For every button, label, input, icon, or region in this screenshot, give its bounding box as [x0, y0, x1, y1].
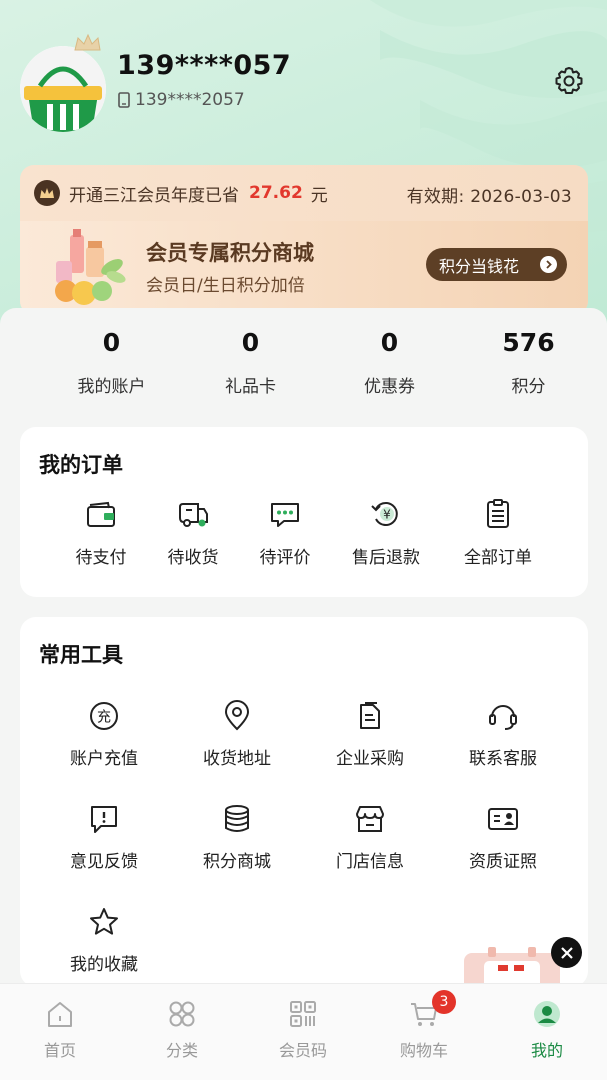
- order-label: 全部订单: [464, 548, 532, 568]
- phone-row: 139****2057: [117, 90, 245, 110]
- category-icon: [169, 1001, 195, 1027]
- tool-label: 联系客服: [469, 749, 537, 769]
- username: 139****057: [117, 50, 292, 81]
- tab-cart[interactable]: 3 购物车: [379, 990, 469, 1061]
- tool-store-info[interactable]: 门店信息: [315, 802, 425, 872]
- stat-value: 0: [380, 328, 399, 357]
- membership-card[interactable]: 开通三江会员年度已省 27.62 元 有效期: 2026-03-03 会员专属积…: [20, 165, 588, 315]
- stat-account[interactable]: 0 我的账户: [42, 328, 181, 418]
- stat-label: 我的账户: [77, 377, 146, 397]
- stat-value: 0: [102, 328, 121, 357]
- coins-icon: [225, 805, 249, 832]
- wallet-icon: [87, 501, 115, 527]
- membership-expiry: 有效期: 2026-03-03: [406, 187, 572, 207]
- svg-text:充: 充: [97, 710, 111, 726]
- savings-amount: 27.62: [249, 183, 303, 203]
- tool-label: 门店信息: [336, 852, 404, 872]
- stat-label: 优惠券: [364, 377, 415, 397]
- avatar[interactable]: [20, 46, 106, 132]
- tool-points-mall[interactable]: 积分商城: [182, 802, 292, 872]
- qrcode-icon: [290, 1001, 316, 1027]
- points-mall-banner[interactable]: 会员专属积分商城 会员日/生日积分加倍 积分当钱花: [20, 221, 588, 315]
- tool-recharge[interactable]: 充 账户充值: [49, 699, 159, 769]
- crown-icon: [74, 33, 101, 51]
- profile-icon: [534, 1001, 560, 1027]
- tool-customer-service[interactable]: 联系客服: [448, 699, 558, 769]
- tool-label: 我的收藏: [70, 955, 138, 975]
- recharge-icon: 充: [90, 702, 118, 730]
- tool-qualifications[interactable]: 资质证照: [448, 802, 558, 872]
- tool-feedback[interactable]: 意见反馈: [49, 802, 159, 872]
- store-icon: [356, 806, 384, 832]
- tab-label: 购物车: [399, 1041, 448, 1060]
- vip-crown-icon: [34, 180, 60, 206]
- tab-label: 分类: [165, 1041, 198, 1060]
- tool-label: 意见反馈: [70, 852, 138, 872]
- tool-label: 企业采购: [336, 749, 404, 769]
- tab-category[interactable]: 分类: [137, 998, 227, 1061]
- tools-title: 常用工具: [39, 643, 123, 667]
- tab-home[interactable]: 首页: [15, 998, 105, 1061]
- points-mall-button[interactable]: 积分当钱花: [426, 248, 567, 281]
- orders-card: 我的订单 待支付 待收货 待评价 ¥ 售后退款 全部订单: [20, 427, 588, 597]
- bottom-tab-bar: 首页 分类 会员码 3 购物车 我的: [0, 983, 607, 1080]
- cart-count-badge: 3: [432, 990, 456, 1014]
- stat-value: 576: [502, 328, 555, 357]
- tools-card: 常用工具 充 账户充值 收货地址 企业采购 联系客服 意见反馈 积分商城 门店信…: [20, 617, 588, 987]
- order-label: 售后退款: [352, 548, 420, 568]
- order-pending-payment[interactable]: 待支付: [51, 497, 151, 568]
- phone-icon: [118, 92, 130, 108]
- tab-label: 我的: [530, 1041, 563, 1060]
- tool-favorites[interactable]: 我的收藏: [49, 905, 159, 975]
- tool-label: 收货地址: [203, 749, 271, 769]
- stat-points[interactable]: 576 积分: [459, 328, 598, 418]
- tool-label: 积分商城: [203, 852, 271, 872]
- promo-float-graphic[interactable]: [462, 945, 564, 985]
- star-icon: [90, 908, 118, 935]
- order-pending-review[interactable]: 待评价: [235, 497, 335, 568]
- order-all[interactable]: 全部订单: [448, 497, 548, 568]
- settings-gear-icon[interactable]: [552, 64, 586, 98]
- stat-coupons[interactable]: 0 优惠券: [320, 328, 459, 418]
- tool-address[interactable]: 收货地址: [182, 699, 292, 769]
- tool-label: 资质证照: [469, 852, 537, 872]
- order-label: 待支付: [75, 548, 127, 568]
- tab-label: 首页: [43, 1041, 76, 1060]
- order-label: 待收货: [167, 548, 219, 568]
- svg-text:¥: ¥: [383, 508, 391, 522]
- stat-label: 礼品卡: [225, 377, 276, 397]
- orders-title: 我的订单: [39, 453, 123, 477]
- phone-number: 139****2057: [135, 90, 245, 110]
- order-pending-delivery[interactable]: 待收货: [143, 497, 243, 568]
- points-mall-title: 会员专属积分商城: [146, 241, 314, 265]
- tab-profile[interactable]: 我的: [502, 998, 592, 1061]
- close-icon[interactable]: [551, 937, 582, 968]
- stat-label: 积分: [511, 377, 546, 397]
- savings-text: 开通三江会员年度已省: [69, 185, 239, 206]
- stat-value: 0: [241, 328, 260, 357]
- products-illustration: [55, 229, 126, 305]
- headset-icon: [489, 705, 517, 730]
- stat-gift-card[interactable]: 0 礼品卡: [181, 328, 320, 418]
- order-list-icon: [487, 499, 509, 528]
- tab-label: 会员码: [278, 1041, 327, 1060]
- tab-member-code[interactable]: 会员码: [258, 998, 348, 1061]
- account-stats: 0 我的账户 0 礼品卡 0 优惠券 576 积分: [0, 328, 607, 418]
- comment-icon: [271, 503, 299, 527]
- home-icon: [48, 1002, 72, 1027]
- order-after-sales[interactable]: ¥ 售后退款: [336, 497, 436, 568]
- truck-icon: [179, 503, 208, 527]
- points-mall-subtitle: 会员日/生日积分加倍: [146, 276, 305, 296]
- chevron-right-icon: [540, 256, 557, 273]
- document-icon: [360, 702, 380, 729]
- tool-enterprise-purchase[interactable]: 企业采购: [315, 699, 425, 769]
- location-icon: [224, 700, 250, 731]
- tool-label: 账户充值: [70, 749, 138, 769]
- feedback-icon: [91, 806, 117, 833]
- savings-unit: 元: [310, 185, 328, 206]
- order-label: 待评价: [259, 548, 311, 568]
- license-icon: [488, 808, 518, 830]
- refund-icon: ¥: [371, 502, 398, 526]
- points-mall-button-label: 积分当钱花: [439, 256, 520, 276]
